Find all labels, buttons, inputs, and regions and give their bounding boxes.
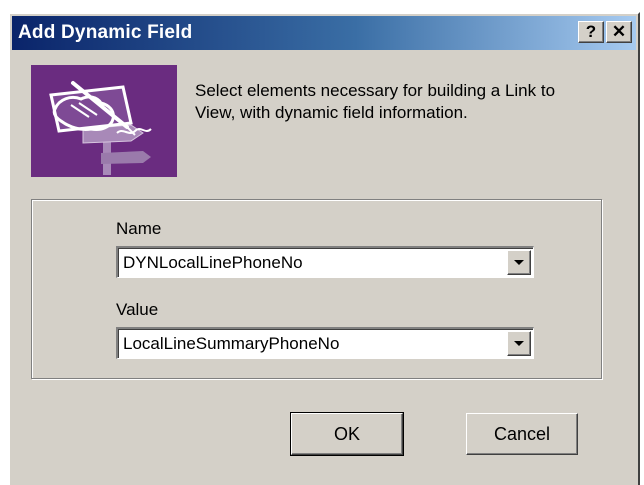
name-label: Name (116, 219, 162, 238)
name-dropdown[interactable]: DYNLocalLinePhoneNo (116, 246, 534, 278)
ok-button[interactable]: OK (290, 412, 404, 456)
value-dropdown[interactable]: LocalLineSummaryPhoneNo (116, 327, 534, 359)
value-dropdown-button[interactable] (507, 331, 531, 356)
close-icon: ✕ (611, 22, 627, 41)
name-dropdown-button[interactable] (507, 250, 531, 275)
close-button[interactable]: ✕ (606, 21, 632, 43)
chevron-down-icon (514, 341, 524, 346)
cancel-button[interactable]: Cancel (466, 413, 578, 455)
chevron-down-icon (514, 260, 524, 265)
dialog-description: Select elements necessary for building a… (195, 81, 556, 122)
hand-writing-signpost-icon (31, 65, 177, 177)
dialog-title: Add Dynamic Field (18, 22, 193, 43)
help-button[interactable]: ? (578, 21, 604, 43)
value-dropdown-value: LocalLineSummaryPhoneNo (123, 334, 340, 353)
title-bar[interactable]: Add Dynamic Field ? ✕ (12, 16, 636, 50)
name-dropdown-value: DYNLocalLinePhoneNo (123, 253, 303, 272)
value-label: Value (116, 300, 159, 319)
